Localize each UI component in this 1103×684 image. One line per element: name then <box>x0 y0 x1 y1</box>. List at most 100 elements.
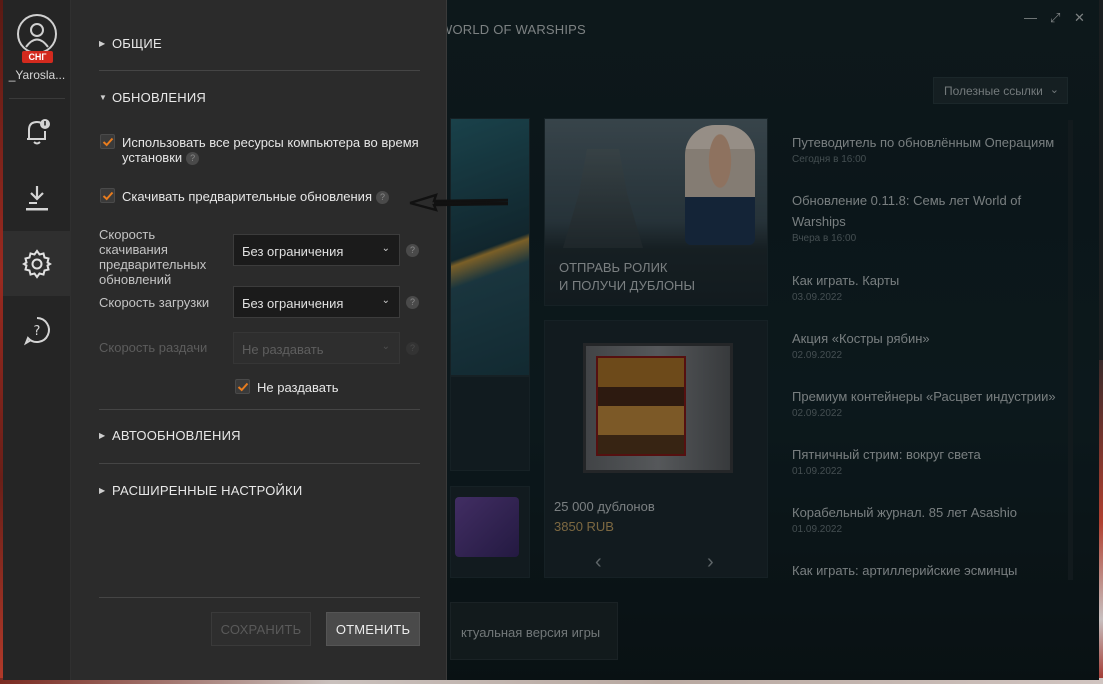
download-speed-value: Без ограничения <box>242 296 344 311</box>
section-advanced[interactable]: ▶ РАСШИРЕННЫЕ НАСТРОЙКИ <box>99 483 302 498</box>
download-speed-label: Скорость загрузки <box>99 295 210 310</box>
download-speed-select[interactable]: Без ограничения ⌄ <box>233 286 400 318</box>
news-date: 03.09.2022 <box>792 292 843 303</box>
section-general-label: ОБЩИЕ <box>112 36 162 51</box>
useful-links-label: Полезные ссылки <box>944 84 1043 98</box>
no-seed-checkbox[interactable] <box>235 379 250 394</box>
divider <box>99 409 420 410</box>
save-button[interactable]: СОХРАНИТЬ <box>211 612 311 646</box>
region-badge: СНГ <box>22 51 53 63</box>
notifications-icon <box>27 118 50 144</box>
section-advanced-label: РАСШИРЕННЫЕ НАСТРОЙКИ <box>112 483 303 498</box>
check-icon <box>102 137 114 147</box>
useful-links-dropdown[interactable]: Полезные ссылки ⌄ <box>933 77 1068 104</box>
download-icon <box>26 185 48 210</box>
no-seed-label: Не раздавать <box>257 380 339 395</box>
promo-caption-line1: ОТПРАВЬ РОЛИК <box>559 260 668 275</box>
username[interactable]: _Yarosla... <box>7 68 67 82</box>
promo-tile-left[interactable] <box>450 118 530 376</box>
news-list: Путеводитель по обновлённым Операциям Се… <box>792 132 1077 618</box>
use-all-resources-text: Использовать все ресурсы компьютера во в… <box>122 135 419 165</box>
twitch-tile[interactable] <box>450 486 530 578</box>
news-item[interactable]: Как играть: артиллерийские эсминцы <box>792 560 1077 618</box>
help-icon[interactable]: ? <box>406 296 419 309</box>
preload-speed-value: Без ограничения <box>242 244 344 259</box>
triangle-right-icon: ▶ <box>99 39 106 48</box>
upload-speed-label: Скорость раздачи <box>99 340 208 355</box>
twitch-box-image <box>455 497 519 557</box>
section-updates-label: ОБНОВЛЕНИЯ <box>112 90 206 105</box>
news-title: Путеводитель по обновлённым Операциям <box>792 135 1055 150</box>
news-date: 02.09.2022 <box>792 350 843 361</box>
settings-icon <box>22 248 52 279</box>
sidebar-item-settings[interactable] <box>3 231 71 296</box>
help-icon[interactable]: ? <box>186 152 200 166</box>
news-item[interactable]: Как играть. Карты 03.09.2022 <box>792 270 1077 328</box>
cancel-button[interactable]: ОТМЕНИТЬ <box>326 612 420 646</box>
user-icon <box>25 23 49 48</box>
check-icon <box>237 382 249 392</box>
maximize-icon[interactable]: ⤢ <box>1050 10 1060 26</box>
preload-updates-checkbox[interactable] <box>100 188 115 203</box>
preload-updates-text: Скачивать предварительные обновления <box>122 189 372 204</box>
annotation-arrow-icon <box>409 193 509 212</box>
news-title: Корабельный журнал. 85 лет Asashio <box>792 505 1018 520</box>
sidebar-item-notifications[interactable] <box>3 99 71 164</box>
settings-panel: ▶ ОБЩИЕ ▼ ОБНОВЛЕНИЯ Использовать все ре… <box>71 0 447 680</box>
upload-speed-select[interactable]: Не раздавать ⌄ <box>233 332 400 364</box>
game-title[interactable]: WORLD OF WARSHIPS <box>440 22 586 37</box>
news-date: 01.09.2022 <box>792 466 843 477</box>
use-all-resources-label: Использовать все ресурсы компьютера во в… <box>122 135 422 166</box>
chevron-left-icon[interactable]: ‹ <box>595 551 602 574</box>
minimize-icon[interactable]: — <box>1024 10 1037 25</box>
news-title: Как играть: артиллерийские эсминцы <box>792 563 1018 578</box>
news-title: Как играть. Карты <box>792 273 900 288</box>
triangle-down-icon: ▼ <box>99 93 108 102</box>
promo-caption: ОТПРАВЬ РОЛИК И ПОЛУЧИ ДУБЛОНЫ <box>559 259 695 295</box>
news-date: 01.09.2022 <box>792 524 843 535</box>
sidebar-item-help[interactable]: ? <box>3 297 71 362</box>
offer-tile[interactable]: 25 000 дублонов 3850 RUB ‹ › <box>544 320 768 578</box>
news-item[interactable]: Обновление 0.11.8: Семь лет World of War… <box>792 190 1077 270</box>
avatar[interactable] <box>17 14 57 54</box>
safe-image <box>583 343 733 473</box>
sidebar-item-downloads[interactable] <box>3 165 71 230</box>
chevron-right-icon[interactable]: › <box>707 551 714 574</box>
promo-tile-video[interactable]: ОТПРАВЬ РОЛИК И ПОЛУЧИ ДУБЛОНЫ <box>544 118 768 306</box>
news-item[interactable]: Пятничный стрим: вокруг света 01.09.2022 <box>792 444 1077 502</box>
divider <box>99 597 420 598</box>
news-date: 02.09.2022 <box>792 408 843 419</box>
close-icon[interactable]: ✕ <box>1074 10 1085 26</box>
triangle-right-icon: ▶ <box>99 486 106 495</box>
news-scrollbar[interactable] <box>1068 120 1073 580</box>
news-title: Премиум контейнеры «Расцвет индустрии» <box>792 389 1056 404</box>
news-item[interactable]: Премиум контейнеры «Расцвет индустрии» 0… <box>792 386 1077 444</box>
news-item[interactable]: Корабельный журнал. 85 лет Asashio 01.09… <box>792 502 1077 560</box>
ship-image <box>563 149 643 248</box>
svg-text:?: ? <box>34 324 41 339</box>
preload-updates-label: Скачивать предварительные обновления? <box>122 189 412 205</box>
promo-caption-line2: И ПОЛУЧИ ДУБЛОНЫ <box>559 278 695 293</box>
chevron-down-icon: ⌄ <box>381 341 390 352</box>
news-date: Вчера в 16:00 <box>792 233 857 244</box>
news-title: Обновление 0.11.8: Семь лет World of War… <box>792 193 1022 229</box>
section-autoupdates[interactable]: ▶ АВТООБНОВЛЕНИЯ <box>99 428 241 443</box>
preload-speed-label: Скорость скачивания предварительных обно… <box>99 227 207 287</box>
current-version-bar[interactable]: ктуальная версия игры <box>450 602 618 660</box>
section-general[interactable]: ▶ ОБЩИЕ <box>99 36 162 51</box>
promo-tile-left-lower[interactable] <box>450 376 530 471</box>
preload-speed-select[interactable]: Без ограничения ⌄ <box>233 234 400 266</box>
check-icon <box>102 191 114 201</box>
upload-speed-value: Не раздавать <box>242 342 324 357</box>
section-updates[interactable]: ▼ ОБНОВЛЕНИЯ <box>99 90 206 105</box>
use-all-resources-checkbox[interactable] <box>100 134 115 149</box>
offer-name: 25 000 дублонов <box>554 499 655 514</box>
help-icon[interactable]: ? <box>406 244 419 257</box>
help-icon[interactable]: ? <box>375 191 389 205</box>
chevron-down-icon: ⌄ <box>381 243 390 254</box>
news-item[interactable]: Акция «Костры рябин» 02.09.2022 <box>792 328 1077 386</box>
offer-price: 3850 RUB <box>554 519 614 534</box>
news-item[interactable]: Путеводитель по обновлённым Операциям Се… <box>792 132 1077 190</box>
chevron-down-icon: ⌄ <box>381 295 390 306</box>
news-title: Пятничный стрим: вокруг света <box>792 447 981 462</box>
